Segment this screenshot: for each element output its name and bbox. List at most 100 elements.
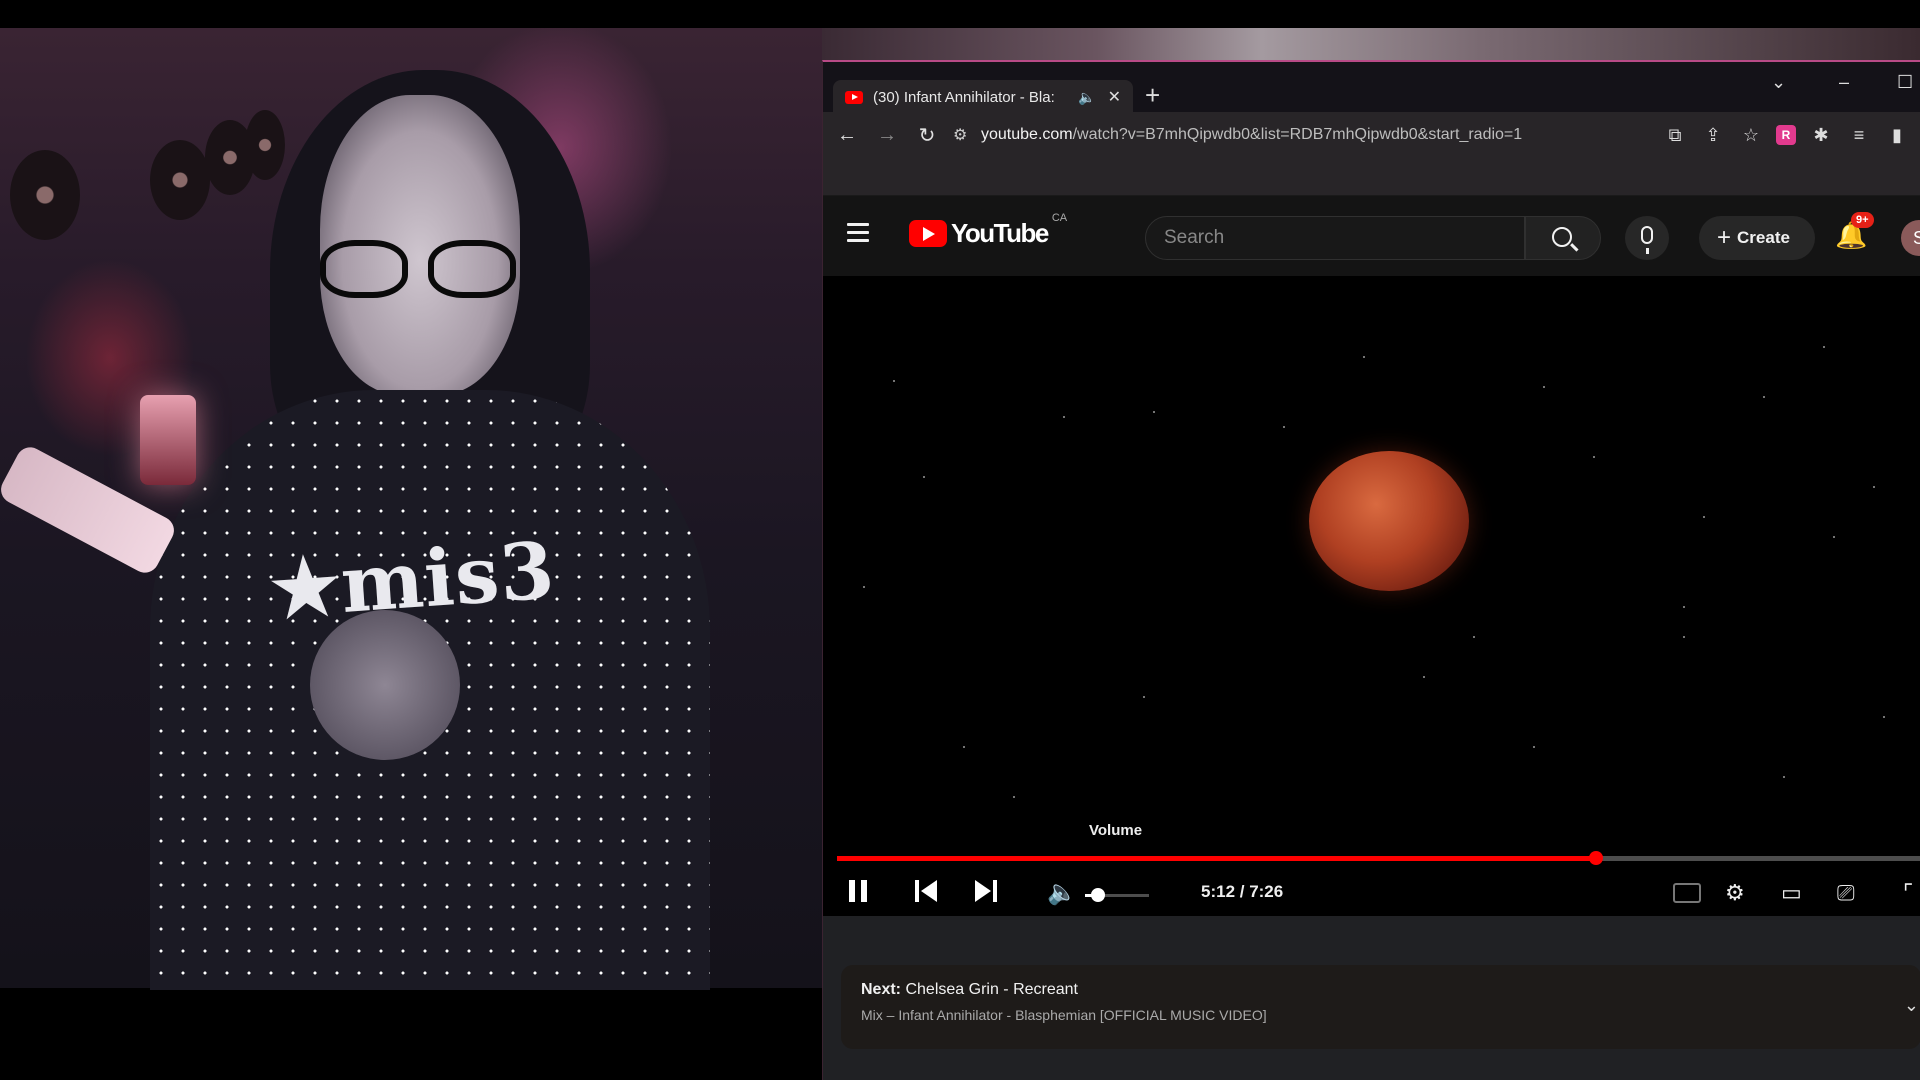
country-code: CA <box>1051 212 1068 224</box>
star-decor <box>1823 346 1825 348</box>
volume-thumb[interactable] <box>1090 888 1105 902</box>
extension-pink-icon[interactable]: R <box>1776 125 1796 145</box>
streamer-hand <box>310 610 460 760</box>
browser-toolbar: ← → ↻ ⚙ youtube.com/watch?v=B7mhQipwdb0&… <box>823 112 1920 158</box>
fullscreen-icon[interactable]: ⌜ <box>1903 880 1913 906</box>
url-path: /watch?v=B7mhQipwdb0&list=RDB7mhQipwdb0&… <box>1072 126 1523 143</box>
chevron-down-icon[interactable]: ⌄ <box>1904 995 1919 1016</box>
up-next-label: Next: <box>861 981 902 998</box>
microphone-icon <box>1641 226 1653 254</box>
address-bar[interactable]: ⚙ youtube.com/watch?v=B7mhQipwdb0&list=R… <box>953 118 1650 152</box>
video-player[interactable]: Volume 🔈 5:12 / 7:26 ⚙ ▭ ⎚ ⌜ ☝ <box>823 276 1920 916</box>
avatar[interactable]: S <box>1901 220 1920 256</box>
media-control-icon[interactable]: ≡ <box>1846 125 1872 146</box>
install-app-icon[interactable]: ⧉ <box>1662 125 1688 146</box>
progress-bar[interactable] <box>837 851 1920 865</box>
search-button[interactable] <box>1525 216 1601 260</box>
up-next-card[interactable]: Next: Chelsea Grin - Recreant Mix – Infa… <box>841 965 1920 1049</box>
search-icon <box>1552 227 1572 247</box>
settings-gear-icon[interactable]: ⚙ <box>1725 880 1745 906</box>
star-decor <box>1883 716 1885 718</box>
webcam-feed: ★mis3 <box>0 0 822 1080</box>
extensions-puzzle-icon[interactable]: ✱ <box>1808 125 1834 146</box>
pause-icon[interactable] <box>849 880 867 902</box>
back-arrow-icon[interactable]: ← <box>833 124 861 147</box>
create-label: Create <box>1737 228 1790 247</box>
star-decor <box>1013 796 1015 798</box>
side-panel-icon[interactable]: ▮ <box>1884 125 1910 146</box>
youtube-logo[interactable]: YouTube CA <box>909 212 1067 249</box>
miniplayer-icon[interactable]: ▭ <box>1781 880 1802 906</box>
star-decor <box>1543 386 1545 388</box>
star-decor <box>963 746 965 748</box>
star-decor <box>1153 411 1155 413</box>
star-decor <box>1783 776 1785 778</box>
volume-slider[interactable] <box>1085 888 1149 902</box>
lantern-decor <box>140 395 196 485</box>
volume-speaker-icon[interactable]: 🔈 <box>1047 878 1077 907</box>
streamer-glasses <box>320 240 520 300</box>
star-decor <box>1363 356 1365 358</box>
notification-badge: 9+ <box>1851 212 1874 228</box>
star-decor <box>1683 636 1685 638</box>
browser-window: (30) Infant Annihilator - Bla: 🔈 ✕ + ⌄ –… <box>822 60 1920 1080</box>
progress-played <box>837 856 1596 861</box>
previous-track-icon[interactable] <box>915 880 937 902</box>
menu-hamburger-icon[interactable] <box>847 223 869 247</box>
bookmark-star-icon[interactable]: ☆ <box>1738 125 1764 146</box>
plus-icon: + <box>1717 224 1732 251</box>
star-decor <box>1683 606 1685 608</box>
volume-tooltip: Volume <box>1089 822 1143 839</box>
logo-wordmark: YouTube <box>951 218 1049 248</box>
tab-search-dropdown-icon[interactable]: ⌄ <box>1771 72 1786 93</box>
url-host: youtube.com <box>981 126 1073 143</box>
vinyl-record-decor <box>150 140 210 220</box>
up-next-line: Next: Chelsea Grin - Recreant <box>861 981 1901 999</box>
time-display: 5:12 / 7:26 <box>1201 882 1284 901</box>
youtube-masthead: YouTube CA Search + Create 🔔 9+ S <box>823 196 1920 276</box>
minimize-button[interactable]: – <box>1839 72 1849 93</box>
search-input[interactable]: Search <box>1145 216 1525 260</box>
star-decor <box>1763 396 1765 398</box>
tab-close-icon[interactable]: ✕ <box>1108 87 1121 107</box>
star-decor <box>863 586 865 588</box>
new-tab-button[interactable]: + <box>1145 82 1160 108</box>
star-decor <box>923 476 925 478</box>
youtube-favicon-icon <box>845 90 863 104</box>
star-decor <box>1833 536 1835 538</box>
blood-moon-video-frame <box>1309 451 1469 591</box>
site-info-icon[interactable]: ⚙ <box>953 125 981 145</box>
youtube-play-icon <box>909 220 947 247</box>
tab-strip: (30) Infant Annihilator - Bla: 🔈 ✕ + ⌄ –… <box>823 62 1920 114</box>
star-decor <box>1703 516 1705 518</box>
captions-icon[interactable] <box>1673 883 1701 903</box>
voice-search-button[interactable] <box>1625 216 1669 260</box>
create-button[interactable]: + Create <box>1699 216 1815 260</box>
star-decor <box>1283 426 1285 428</box>
maximize-button[interactable]: ☐ <box>1897 72 1913 93</box>
star-decor <box>1143 696 1145 698</box>
vinyl-record-decor <box>10 150 80 240</box>
up-next-title: Chelsea Grin - Recreant <box>905 981 1078 998</box>
background-window-strip <box>822 28 1920 60</box>
reload-icon[interactable]: ↻ <box>913 123 941 148</box>
player-controls: 🔈 5:12 / 7:26 ⚙ ▭ ⎚ ⌜ ☝ <box>823 874 1920 916</box>
forward-arrow-icon[interactable]: → <box>873 124 901 147</box>
star-decor <box>1593 456 1595 458</box>
star-decor <box>1533 746 1535 748</box>
star-decor <box>1873 486 1875 488</box>
cast-icon[interactable]: ⎚ <box>1837 880 1855 906</box>
star-decor <box>1423 676 1425 678</box>
browser-tab-youtube[interactable]: (30) Infant Annihilator - Bla: 🔈 ✕ <box>833 80 1133 114</box>
tab-title: (30) Infant Annihilator - Bla: <box>873 88 1055 106</box>
share-icon[interactable]: ⇪ <box>1700 125 1726 146</box>
bookmarks-bar <box>823 158 1920 196</box>
up-next-playlist: Mix – Infant Annihilator - Blasphemian [… <box>861 1007 1267 1023</box>
star-decor <box>1063 416 1065 418</box>
star-decor <box>893 380 895 382</box>
tab-audio-icon[interactable]: 🔈 <box>1078 89 1095 106</box>
vinyl-record-decor <box>245 110 285 180</box>
next-track-icon[interactable] <box>975 880 997 902</box>
scrubber-handle[interactable] <box>1588 851 1603 865</box>
star-decor <box>1473 636 1475 638</box>
